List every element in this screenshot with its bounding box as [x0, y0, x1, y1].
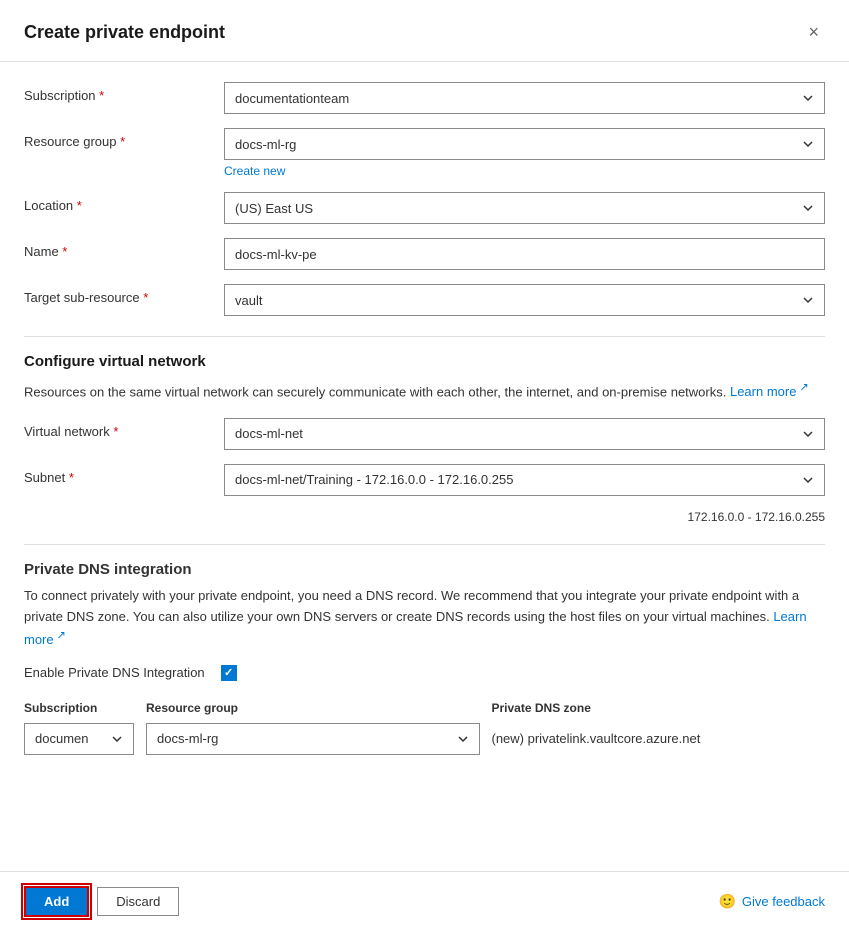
target-sub-resource-select-wrapper: vault — [224, 284, 825, 316]
required-marker-rg: * — [117, 134, 126, 149]
location-control: (US) East US — [224, 192, 825, 224]
panel-footer: Add Discard 🙂 Give feedback — [0, 871, 849, 931]
panel-body: Subscription * documentationteam Resourc… — [0, 62, 849, 871]
resource-group-control: docs-ml-rg Create new — [224, 128, 825, 178]
virtual-network-section-desc: Resources on the same virtual network ca… — [24, 380, 825, 402]
external-link-icon-vn: ↗ — [796, 382, 808, 394]
dns-zone-value: (new) privatelink.vaultcore.azure.net — [492, 725, 701, 746]
virtual-network-row: Virtual network * docs-ml-net — [24, 418, 825, 450]
virtual-network-control: docs-ml-net — [224, 418, 825, 450]
subnet-row: Subnet * docs-ml-net/Training - 172.16.0… — [24, 464, 825, 496]
location-select-wrapper: (US) East US — [224, 192, 825, 224]
dns-subscription-col-header: Subscription — [24, 701, 134, 715]
location-row: Location * (US) East US — [24, 192, 825, 224]
enable-dns-row: Enable Private DNS Integration — [24, 665, 825, 681]
dns-subscription-select[interactable]: documen — [24, 723, 134, 755]
name-label: Name * — [24, 238, 224, 259]
dns-rg-select[interactable]: docs-ml-rg — [146, 723, 480, 755]
virtual-network-select-wrapper: docs-ml-net — [224, 418, 825, 450]
enable-dns-checkbox[interactable] — [221, 665, 237, 681]
footer-actions: Add Discard — [24, 886, 179, 917]
dns-rg-select-wrapper: docs-ml-rg — [146, 723, 480, 755]
panel-title: Create private endpoint — [24, 22, 225, 43]
ip-range-text: 172.16.0.0 - 172.16.0.255 — [24, 510, 825, 524]
name-input[interactable] — [224, 238, 825, 270]
required-marker-loc: * — [73, 198, 82, 213]
enable-dns-label: Enable Private DNS Integration — [24, 665, 205, 680]
dns-table-row: documen docs-ml-rg (new) privatelink.vau… — [24, 723, 825, 755]
required-marker-tsr: * — [140, 290, 149, 305]
required-marker: * — [96, 88, 105, 103]
resource-group-label: Resource group * — [24, 128, 224, 149]
subscription-label: Subscription * — [24, 82, 224, 103]
virtual-network-section-title: Configure virtual network — [24, 353, 825, 370]
subscription-control: documentationteam — [224, 82, 825, 114]
add-button[interactable]: Add — [24, 886, 89, 917]
target-sub-resource-control: vault — [224, 284, 825, 316]
required-marker-vn: * — [110, 424, 119, 439]
virtual-network-select[interactable]: docs-ml-net — [224, 418, 825, 450]
dns-section-desc: To connect privately with your private e… — [24, 586, 825, 651]
dns-table-header: Subscription Resource group Private DNS … — [24, 701, 825, 715]
create-private-endpoint-panel: Create private endpoint × Subscription *… — [0, 0, 849, 931]
subscription-row: Subscription * documentationteam — [24, 82, 825, 114]
target-sub-resource-select[interactable]: vault — [224, 284, 825, 316]
discard-button[interactable]: Discard — [97, 887, 179, 916]
external-link-icon-dns: ↗ — [54, 629, 66, 641]
create-new-link[interactable]: Create new — [224, 164, 285, 178]
give-feedback-button[interactable]: 🙂 Give feedback — [718, 893, 825, 910]
subnet-label: Subnet * — [24, 464, 224, 485]
dns-zone-cell: (new) privatelink.vaultcore.azure.net — [492, 731, 826, 746]
subnet-control: docs-ml-net/Training - 172.16.0.0 - 172.… — [224, 464, 825, 496]
name-control — [224, 238, 825, 270]
close-button[interactable]: × — [802, 20, 825, 45]
panel-header: Create private endpoint × — [0, 0, 849, 62]
required-marker-name: * — [59, 244, 68, 259]
dns-subscription-cell: documen — [24, 723, 134, 755]
target-sub-resource-row: Target sub-resource * vault — [24, 284, 825, 316]
dns-integration-section: Private DNS integration To connect priva… — [24, 561, 825, 755]
subscription-select-wrapper: documentationteam — [224, 82, 825, 114]
virtual-network-section: Configure virtual network Resources on t… — [24, 353, 825, 524]
subnet-select-wrapper: docs-ml-net/Training - 172.16.0.0 - 172.… — [224, 464, 825, 496]
required-marker-subnet: * — [65, 470, 74, 485]
dns-rg-cell: docs-ml-rg — [146, 723, 480, 755]
section-divider-2 — [24, 544, 825, 545]
target-sub-resource-label: Target sub-resource * — [24, 284, 224, 305]
feedback-icon: 🙂 — [718, 893, 735, 910]
name-row: Name * — [24, 238, 825, 270]
subscription-select[interactable]: documentationteam — [224, 82, 825, 114]
dns-zone-col-header: Private DNS zone — [492, 701, 826, 715]
subnet-select[interactable]: docs-ml-net/Training - 172.16.0.0 - 172.… — [224, 464, 825, 496]
resource-group-row: Resource group * docs-ml-rg Create new — [24, 128, 825, 178]
resource-group-select-wrapper: docs-ml-rg — [224, 128, 825, 160]
dns-rg-col-header: Resource group — [146, 701, 480, 715]
location-label: Location * — [24, 192, 224, 213]
virtual-network-learn-more-link[interactable]: Learn more ↗ — [730, 384, 809, 399]
dns-section-title: Private DNS integration — [24, 561, 825, 578]
resource-group-select[interactable]: docs-ml-rg — [224, 128, 825, 160]
virtual-network-label: Virtual network * — [24, 418, 224, 439]
location-select[interactable]: (US) East US — [224, 192, 825, 224]
section-divider-1 — [24, 336, 825, 337]
dns-subscription-select-wrapper: documen — [24, 723, 134, 755]
